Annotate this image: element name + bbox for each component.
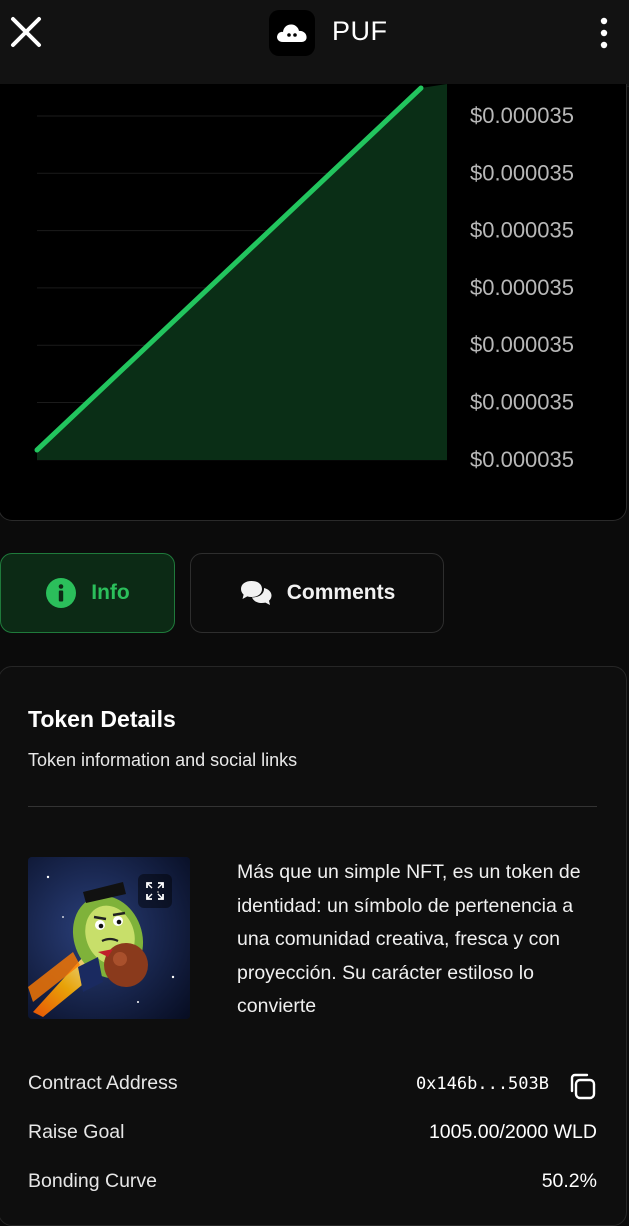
page-title: PUF bbox=[332, 16, 388, 46]
expand-icon bbox=[146, 882, 164, 900]
copy-address-button[interactable] bbox=[566, 1070, 598, 1102]
area-fill bbox=[37, 84, 447, 460]
more-options-button[interactable] bbox=[590, 14, 618, 52]
divider bbox=[28, 806, 597, 807]
raise-goal-label: Raise Goal bbox=[28, 1121, 125, 1143]
y-tick-label: $0.000035 bbox=[470, 160, 574, 185]
top-bar: PUF bbox=[0, 0, 629, 87]
y-tick-label: $0.000035 bbox=[470, 218, 574, 243]
tab-comments[interactable]: Comments bbox=[190, 553, 444, 633]
token-description: Más que un simple NFT, es un token de id… bbox=[237, 861, 581, 1017]
copy-icon bbox=[570, 1073, 596, 1100]
y-tick-label: $0.000035 bbox=[470, 275, 574, 300]
token-details-subtitle: Token information and social links bbox=[28, 750, 298, 770]
bonding-curve-value: 50.2% bbox=[541, 1170, 597, 1192]
y-tick-label: $0.000035 bbox=[470, 332, 574, 357]
cloud-logo-icon bbox=[277, 24, 307, 42]
contract-address-label: Contract Address bbox=[28, 1072, 178, 1094]
price-chart-card: $0.000035 $0.000035 $0.000035 $0.000035 $0.0… bbox=[0, 84, 627, 521]
raise-goal-value: 1005.00/2000 WLD bbox=[428, 1121, 597, 1143]
y-tick-label: $0.000035 bbox=[470, 390, 574, 415]
token-details-title: Token Details bbox=[28, 706, 176, 732]
contract-address-value[interactable]: 0x146b...503B bbox=[416, 1074, 549, 1094]
expand-image-button[interactable] bbox=[138, 874, 172, 908]
close-icon bbox=[11, 17, 41, 47]
tab-comments-label: Comments bbox=[286, 581, 396, 604]
y-tick-label: $0.000035 bbox=[470, 447, 574, 472]
close-button[interactable] bbox=[8, 14, 44, 50]
price-chart[interactable]: $0.000035 $0.000035 $0.000035 $0.000035 $0.0… bbox=[0, 84, 628, 521]
tab-info-label: Info bbox=[91, 581, 130, 604]
y-tick-label: $0.000035 bbox=[470, 103, 574, 128]
comments-icon bbox=[240, 581, 272, 605]
bonding-curve-label: Bonding Curve bbox=[28, 1170, 157, 1192]
more-vertical-icon bbox=[600, 17, 608, 49]
tab-info[interactable]: Info bbox=[0, 553, 175, 633]
info-icon bbox=[46, 578, 77, 608]
token-logo bbox=[269, 10, 315, 56]
